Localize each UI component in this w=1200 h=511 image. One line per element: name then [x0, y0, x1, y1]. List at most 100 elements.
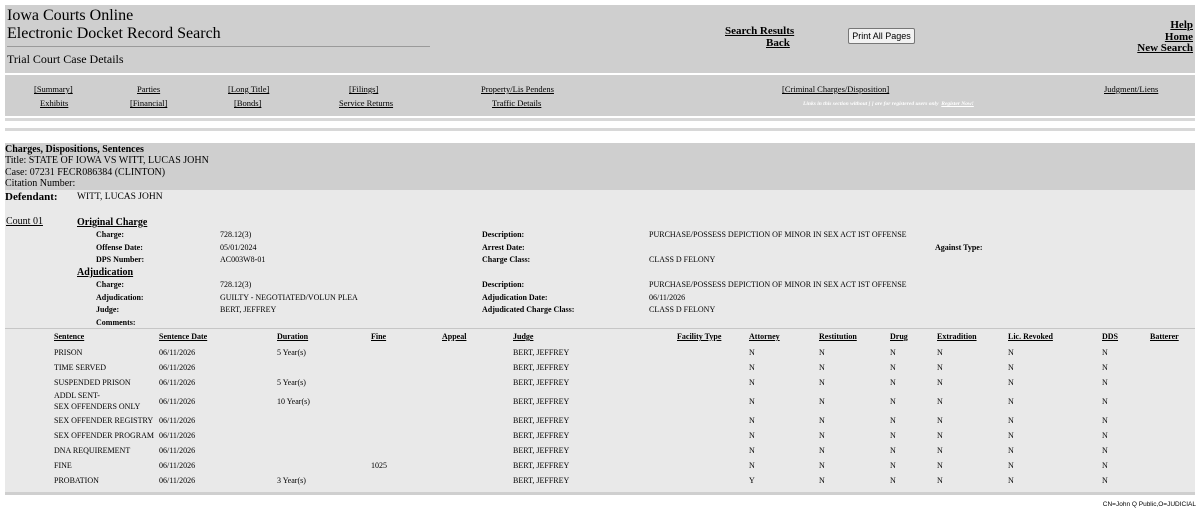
adjudication-heading: Adjudication [77, 267, 134, 278]
value-offense-date: 05/01/2024 [220, 243, 257, 252]
nav-financial[interactable]: [Financial] [130, 98, 167, 108]
cell-attorney: N [749, 416, 755, 425]
cell-fine: 1025 [371, 461, 387, 470]
header-panel: Iowa Courts Online Electronic Docket Rec… [5, 5, 1195, 73]
cell-attorney: Y [749, 476, 755, 485]
cell-lic-revoked: N [1008, 363, 1014, 372]
print-all-pages-button[interactable]: Print All Pages [848, 28, 915, 44]
register-now-link[interactable]: Register Now! [941, 101, 974, 107]
cell-restitution: N [819, 416, 825, 425]
cell-lic-revoked: N [1008, 378, 1014, 387]
case-info: Charges, Dispositions, Sentences Title: … [5, 143, 1195, 190]
nav-judgment[interactable]: Judgment/Liens [1104, 84, 1158, 94]
col-judge: Judge [513, 332, 534, 341]
nav-service-returns[interactable]: Service Returns [339, 98, 393, 108]
nav-traffic[interactable]: Traffic Details [492, 98, 541, 108]
cell-attorney: N [749, 397, 755, 406]
new-search-link[interactable]: New Search [1137, 42, 1193, 54]
search-results-link[interactable]: Search Results [725, 25, 794, 37]
cell-restitution: N [819, 378, 825, 387]
col-lic-revoked: Lic. Revoked [1008, 332, 1053, 341]
cell-restitution: N [819, 476, 825, 485]
col-sentence-date: Sentence Date [159, 332, 208, 341]
label-offense-date: Offense Date: [96, 243, 143, 252]
cell-judge: BERT, JEFFREY [513, 461, 570, 470]
cell-sentence: PROBATION [54, 476, 99, 485]
cell-date: 06/11/2026 [159, 348, 196, 357]
label-judge: Judge: [96, 305, 120, 314]
nav-parties[interactable]: Parties [137, 84, 160, 94]
nav-bonds[interactable]: [Bonds] [234, 98, 261, 108]
cell-judge: BERT, JEFFREY [513, 446, 570, 455]
cell-date: 06/11/2026 [159, 461, 196, 470]
case-title: Title: STATE OF IOWA VS WITT, LUCAS JOHN [5, 155, 209, 166]
col-attorney: Attorney [749, 332, 780, 341]
nav-exhibits[interactable]: Exhibits [40, 98, 68, 108]
label-adj-description: Description: [482, 280, 525, 289]
site-subtitle: Electronic Docket Record Search [7, 25, 221, 42]
nav-filings[interactable]: [Filings] [349, 84, 378, 94]
cell-judge: BERT, JEFFREY [513, 378, 570, 387]
value-dps: AC003W8-01 [220, 255, 266, 264]
label-charge-class: Charge Class: [482, 255, 531, 264]
certificate-label: CN=John Q Public,O=JUDICIAL [1102, 501, 1196, 508]
cell-dds: N [1102, 363, 1108, 372]
cell-sentence-line2: SEX OFFENDERS ONLY [54, 402, 141, 411]
count-link[interactable]: Count 01 [6, 216, 43, 227]
cell-duration: 10 Year(s) [277, 397, 310, 406]
help-link[interactable]: Help [1170, 19, 1193, 31]
cell-judge: BERT, JEFFREY [513, 416, 570, 425]
col-drug: Drug [890, 332, 908, 341]
cell-judge: BERT, JEFFREY [513, 348, 570, 357]
registered-users-note: Links in this section without [ ] are fo… [803, 101, 974, 107]
cell-judge: BERT, JEFFREY [513, 431, 570, 440]
defendant-label: Defendant: [5, 191, 58, 203]
cell-sentence: SEX OFFENDER PROGRAM [54, 431, 155, 440]
cell-lic-revoked: N [1008, 476, 1014, 485]
col-duration: Duration [277, 332, 309, 341]
value-description: PURCHASE/POSSESS DEPICTION OF MINOR IN S… [649, 230, 907, 239]
cell-drug: N [890, 476, 896, 485]
cell-lic-revoked: N [1008, 416, 1014, 425]
label-charge: Charge: [96, 230, 124, 239]
value-adj-description: PURCHASE/POSSESS DEPICTION OF MINOR IN S… [649, 280, 907, 289]
nav-property[interactable]: Property/Lis Pendens [481, 84, 554, 94]
back-link[interactable]: Back [766, 37, 790, 49]
cell-lic-revoked: N [1008, 348, 1014, 357]
case-number: Case: 07231 FECR086384 (CLINTON) [5, 167, 166, 178]
cell-date: 06/11/2026 [159, 363, 196, 372]
cell-extradition: N [937, 348, 943, 357]
cell-extradition: N [937, 363, 943, 372]
cell-lic-revoked: N [1008, 461, 1014, 470]
cell-date: 06/11/2026 [159, 378, 196, 387]
cell-attorney: N [749, 363, 755, 372]
defendant-name: WITT, LUCAS JOHN [77, 192, 163, 202]
col-facility-type: Facility Type [677, 332, 722, 341]
label-against-type: Against Type: [935, 243, 983, 252]
header-divider [7, 46, 430, 47]
cell-extradition: N [937, 476, 943, 485]
cell-dds: N [1102, 378, 1108, 387]
cell-lic-revoked: N [1008, 431, 1014, 440]
cell-extradition: N [937, 397, 943, 406]
cell-dds: N [1102, 348, 1108, 357]
cell-duration: 3 Year(s) [277, 476, 306, 485]
value-charge: 728.12(3) [220, 230, 252, 239]
nav-long-title[interactable]: [Long Title] [228, 84, 269, 94]
page-title: Trial Court Case Details [7, 52, 124, 66]
cell-drug: N [890, 397, 896, 406]
cell-extradition: N [937, 378, 943, 387]
label-description: Description: [482, 230, 525, 239]
nav-summary[interactable]: [Summary] [34, 84, 73, 94]
cell-attorney: N [749, 348, 755, 357]
value-adjudication: GUILTY - NEGOTIATED/VOLUN PLEA [220, 293, 358, 302]
cell-sentence: TIME SERVED [54, 363, 107, 372]
sentences-table: Sentence Sentence Date Duration Fine App… [5, 329, 1195, 492]
cell-restitution: N [819, 363, 825, 372]
cell-attorney: N [749, 446, 755, 455]
cell-dds: N [1102, 416, 1108, 425]
label-adj-class: Adjudicated Charge Class: [482, 305, 575, 314]
nav-criminal[interactable]: [Criminal Charges/Disposition] [782, 84, 889, 94]
cell-dds: N [1102, 397, 1108, 406]
note-text: Links in this section without [ ] are fo… [803, 101, 939, 107]
